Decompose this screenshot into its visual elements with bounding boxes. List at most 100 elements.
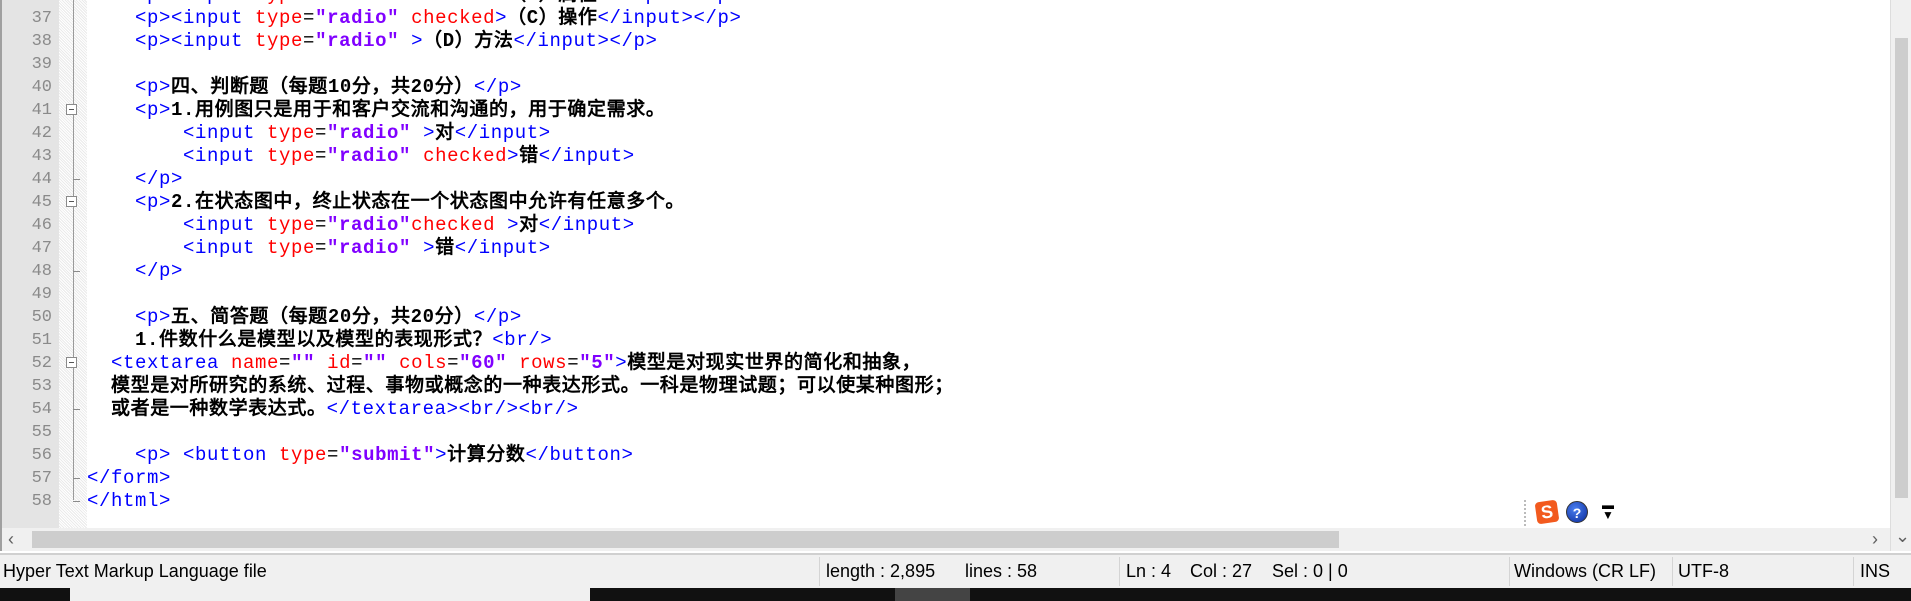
cursor-column: Col : 27 (1190, 561, 1253, 581)
tag-token: </input> (454, 237, 551, 259)
code-line[interactable]: 45 <p>2.在状态图中，终止状态在一个状态图中允许有任意多个。 (2, 191, 1890, 214)
status-divider (1509, 557, 1510, 586)
code-line[interactable]: 36 <p><input type="radio" checked>（B）属性</… (2, 0, 1890, 7)
operator-token: = (303, 30, 316, 52)
attribute-token: checked (411, 145, 508, 167)
sogou-ime-icon[interactable]: S (1534, 499, 1560, 525)
line-number: 54 (31, 400, 52, 419)
operator-token: = (279, 352, 292, 374)
code-line[interactable]: 57 </form> (2, 467, 1890, 490)
help-icon[interactable]: ? (1566, 501, 1588, 523)
line-number: 38 (31, 32, 52, 51)
code-editor[interactable]: 36<p><input type="radio" checked>（B）属性</… (0, 0, 1890, 528)
operator-token: = (447, 352, 460, 374)
line-number: 57 (31, 469, 52, 488)
code-line[interactable]: 43 <input type="radio" checked>错</input> (2, 145, 1890, 168)
code-line[interactable]: 56 <p> <button type="submit">计算分数</button… (2, 444, 1890, 467)
value-token: "radio" (327, 145, 412, 167)
taskbar-strip (0, 588, 1911, 601)
line-number: 49 (31, 285, 52, 304)
tag-token: </input></p> (513, 30, 658, 52)
code-line[interactable]: 49 (2, 283, 1890, 306)
code-line[interactable]: 46 <input type="radio"checked >对</input> (2, 214, 1890, 237)
scroll-right-arrow[interactable]: › (1872, 528, 1878, 551)
text-token: 四、判断题（每题10分，共20分） (171, 76, 474, 98)
value-token: "radio" (315, 7, 400, 29)
tag-token: </p> (135, 260, 184, 282)
code-line[interactable]: 40 <p>四、判断题（每题10分，共20分）</p> (2, 76, 1890, 99)
code-text: <p>1.用例图只是用于和客户交流和沟通的，用于确定需求。 (135, 99, 665, 122)
code-line[interactable]: 48 </p> (2, 260, 1890, 283)
code-line[interactable]: 37 <p><input type="radio" checked>（C）操作</… (2, 7, 1890, 30)
code-line[interactable]: 55 (2, 421, 1890, 444)
fold-toggle-icon[interactable] (66, 104, 77, 115)
code-line[interactable]: 51 1.件数什么是模型以及模型的表现形式？<br/> (2, 329, 1890, 352)
attribute-token: type (267, 214, 316, 236)
tag-token: > (495, 7, 508, 29)
attribute-token: type (267, 145, 316, 167)
scroll-down-arrow[interactable]: ⌄ (1895, 525, 1910, 548)
code-line[interactable]: 54 或者是一种数学表达式。</textarea><br/><br/> (2, 398, 1890, 421)
code-text: </p> (135, 260, 183, 283)
operator-token: = (327, 444, 340, 466)
code-text: <p> <button type="submit">计算分数</button> (135, 444, 634, 467)
value-token: "" (291, 352, 316, 374)
code-line[interactable]: 53 模型是对所研究的系统、过程、事物或概念的一种表达形式。一科是物理试题；可以使… (2, 375, 1890, 398)
attribute-token: type (267, 237, 316, 259)
line-number: 39 (31, 55, 52, 74)
code-line[interactable]: 50 <p>五、简答题（每题20分，共20分）</p> (2, 306, 1890, 329)
tag-token: > (495, 0, 507, 6)
line-number: 46 (31, 216, 52, 235)
code-text: 或者是一种数学表达式。</textarea><br/><br/> (111, 398, 579, 421)
tag-token: > (399, 30, 424, 52)
line-number: 51 (31, 331, 52, 350)
taskbar-item[interactable] (70, 588, 590, 601)
fold-end-marker (73, 478, 80, 479)
code-line[interactable]: 52 <textarea name="" id="" cols="60" rows… (2, 352, 1890, 375)
text-token: 五、简答题（每题20分，共20分） (171, 306, 474, 328)
toolbar-grip[interactable] (1524, 500, 1528, 526)
horizontal-scrollbar[interactable]: ‹ › (0, 528, 1890, 551)
text-token: 错 (435, 237, 455, 259)
status-bar: Hyper Text Markup Language file length :… (0, 553, 1911, 588)
encoding[interactable]: UTF-8 (1678, 555, 1729, 588)
line-ending[interactable]: Windows (CR LF) (1514, 555, 1656, 588)
line-number: 52 (31, 354, 52, 373)
text-token: 对 (519, 214, 539, 236)
fold-toggle-icon[interactable] (66, 357, 77, 368)
taskbar-item[interactable] (895, 588, 970, 601)
attribute-token: checked (411, 214, 496, 236)
vertical-scroll-thumb[interactable] (1895, 38, 1908, 498)
toolbar-overflow-icon[interactable]: ▬ ▼ (1602, 499, 1614, 521)
fold-toggle-icon[interactable] (66, 196, 77, 207)
text-token: 计算分数 (447, 444, 526, 466)
tag-token: > (615, 352, 628, 374)
line-number: 53 (31, 377, 52, 396)
text-token: （C）操作 (507, 7, 598, 29)
code-line[interactable]: 47 <input type="radio" >错</input> (2, 237, 1890, 260)
tag-token: > (411, 122, 436, 144)
horizontal-scroll-thumb[interactable] (32, 531, 1339, 548)
attribute-token: rows (507, 352, 568, 374)
code-text: <p><input type="radio" checked>（C）操作</in… (135, 7, 742, 30)
scroll-left-arrow[interactable]: ‹ (8, 528, 14, 551)
code-line[interactable]: 39 (2, 53, 1890, 76)
operator-token: = (315, 122, 328, 144)
attribute-token: type (255, 30, 304, 52)
code-text: </html> (87, 490, 171, 513)
text-token: 模型是对现实世界的简化和抽象， (627, 352, 922, 374)
text-token: 对 (435, 122, 455, 144)
tag-token: <input (183, 122, 268, 144)
code-line[interactable]: 41 <p>1.用例图只是用于和客户交流和沟通的，用于确定需求。 (2, 99, 1890, 122)
vertical-scrollbar[interactable]: ⌄ (1890, 0, 1911, 551)
code-line[interactable]: 44 </p> (2, 168, 1890, 191)
code-text: 模型是对所研究的系统、过程、事物或概念的一种表达形式。一科是物理试题；可以使某种… (111, 375, 954, 398)
insert-mode[interactable]: INS (1860, 555, 1890, 588)
attribute-token: id (315, 352, 352, 374)
line-number: 42 (31, 124, 52, 143)
code-text: </p> (135, 168, 183, 191)
code-line[interactable]: 38 <p><input type="radio" >（D）方法</input><… (2, 30, 1890, 53)
line-number: 50 (31, 308, 52, 327)
text-token: 2.在状态图中，终止状态在一个状态图中允许有任意多个。 (171, 191, 686, 213)
code-line[interactable]: 42 <input type="radio" >对</input> (2, 122, 1890, 145)
